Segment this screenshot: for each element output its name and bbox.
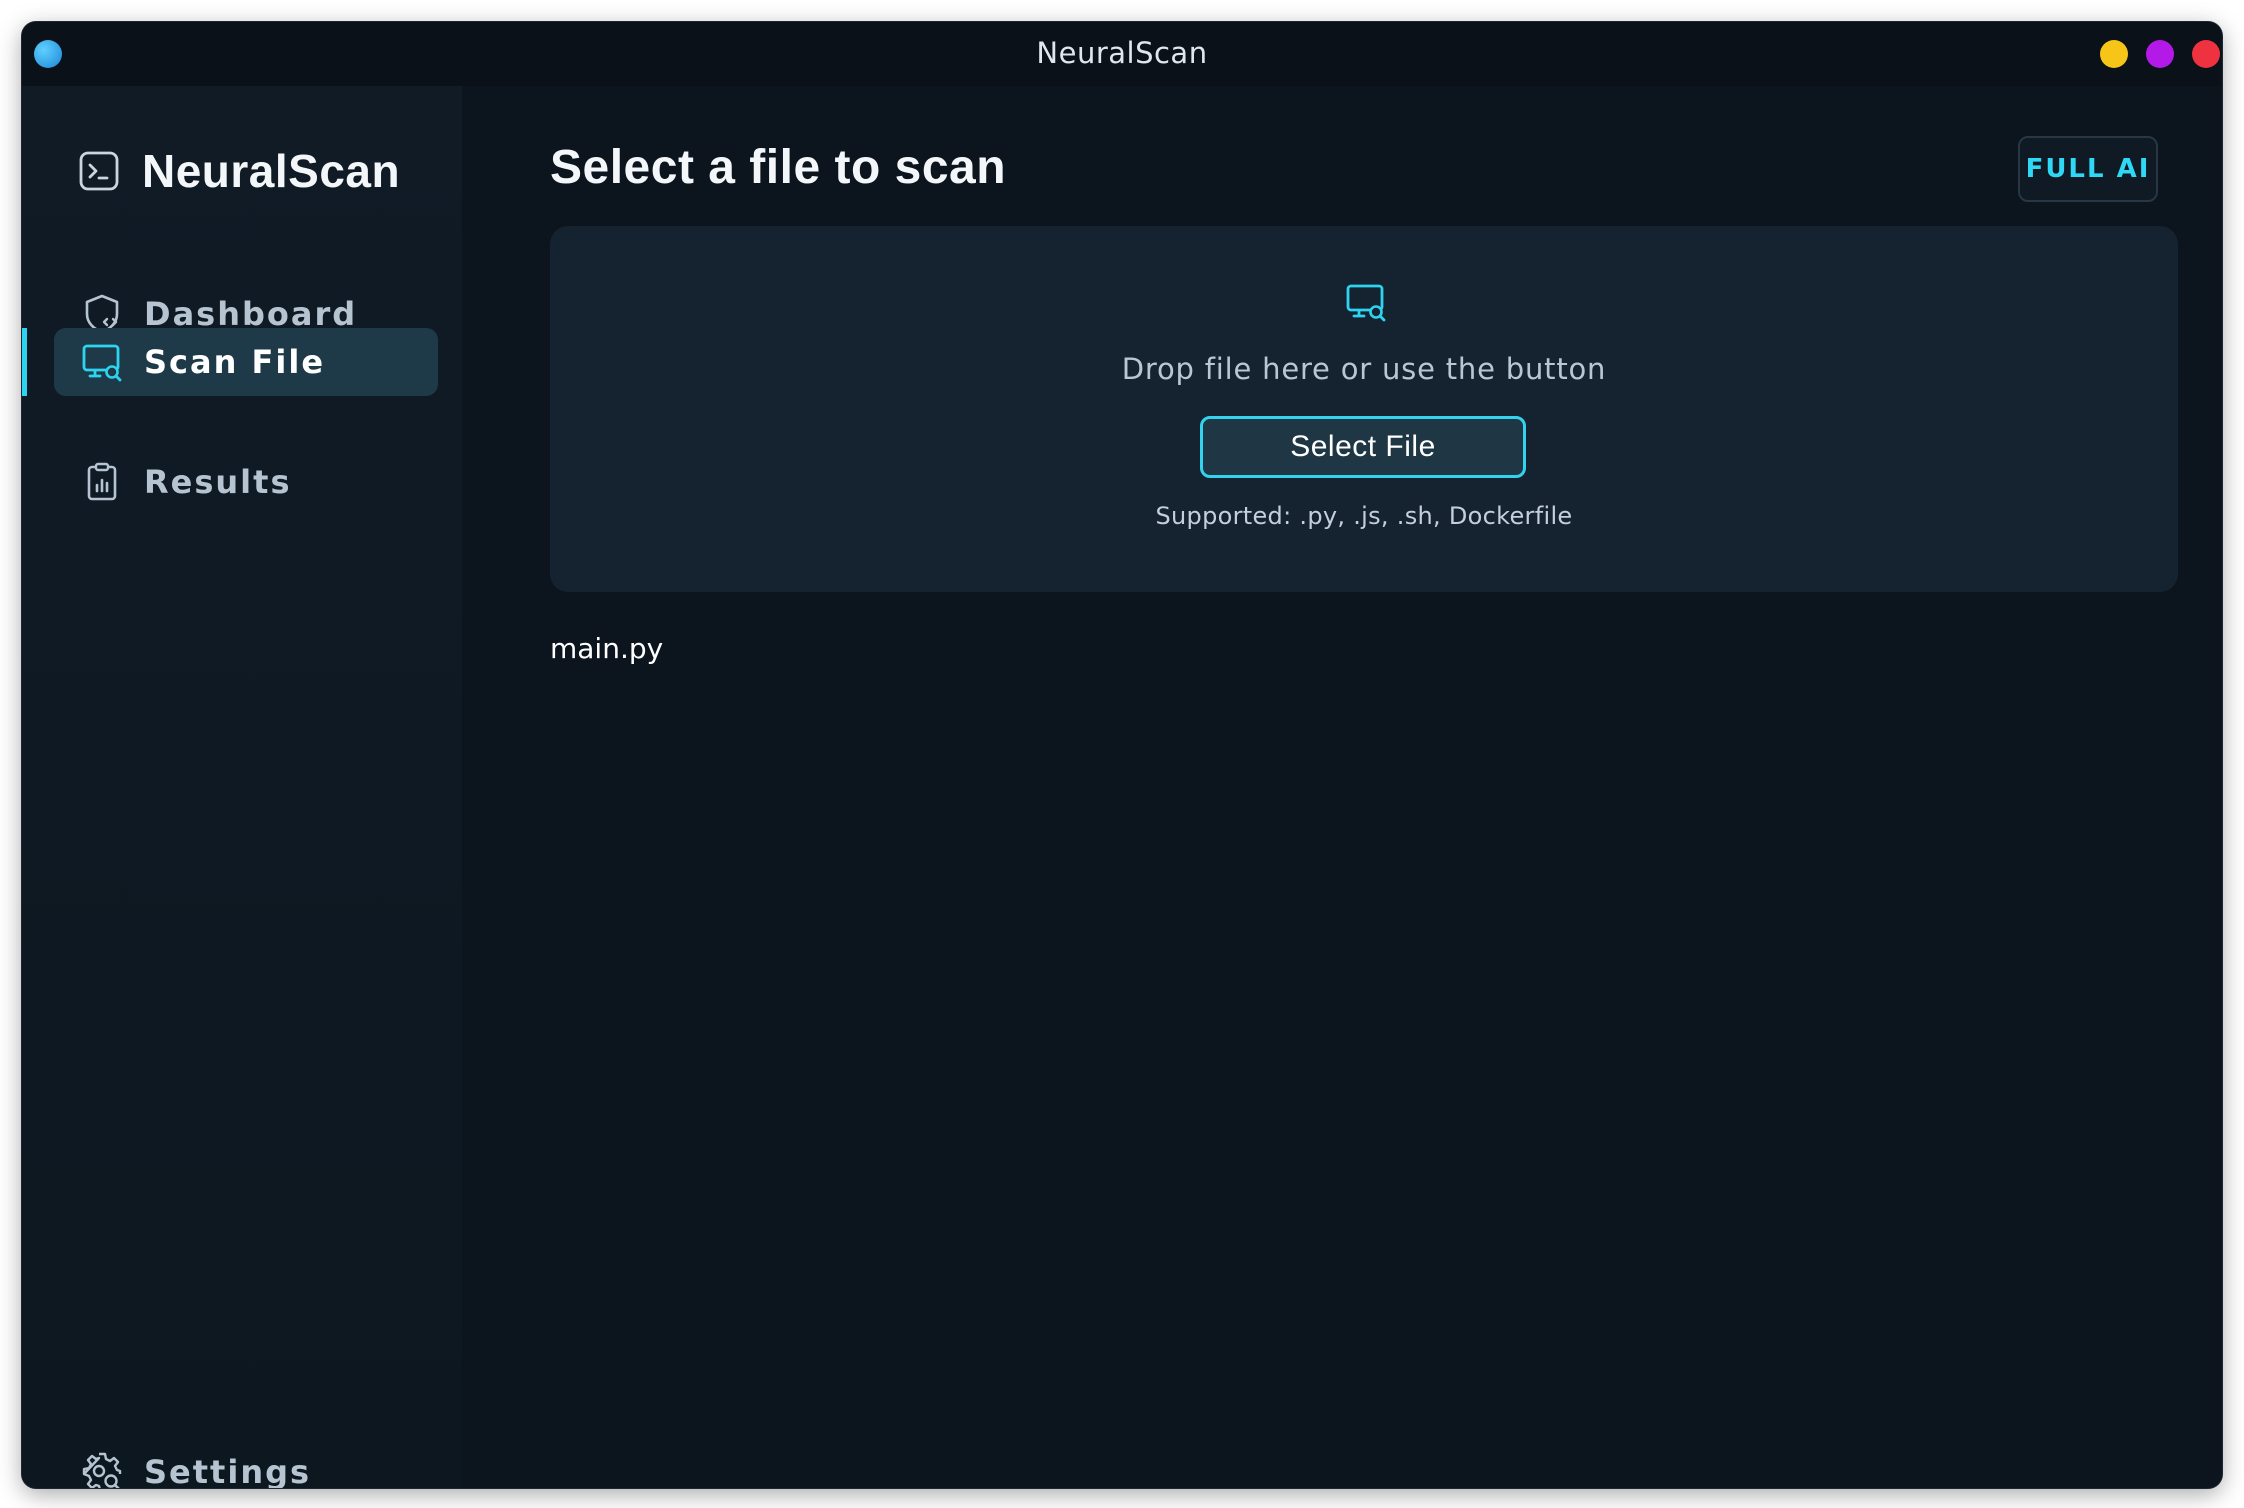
sidebar-item-results[interactable]: Results — [54, 448, 438, 516]
dropzone-instruction: Drop file here or use the button — [1121, 352, 1607, 386]
sidebar-item-settings[interactable]: Settings — [54, 1438, 438, 1488]
title-bar: NeuralScan — [22, 22, 2222, 86]
app-window: NeuralScan NeuralScan Dashboard Scan Fil… — [22, 22, 2222, 1488]
main-content: Select a file to scan FULL AI Drop file … — [462, 86, 2222, 1488]
supported-types: Supported: .py, .js, .sh, Dockerfile — [1155, 502, 1573, 530]
select-file-button[interactable]: Select File — [1200, 416, 1526, 478]
page-title: Select a file to scan — [550, 141, 1007, 194]
active-indicator — [22, 328, 27, 396]
monitor-search-icon — [1346, 284, 1386, 322]
file-dropzone[interactable]: Drop file here or use the button Select … — [550, 226, 2178, 592]
window-title: NeuralScan — [1036, 36, 1208, 70]
sidebar-item-label: Scan File — [144, 343, 326, 381]
minimize-button[interactable] — [2100, 40, 2128, 68]
close-button[interactable] — [2192, 40, 2220, 68]
brand-name: NeuralScan — [142, 145, 401, 197]
sidebar-item-label: Results — [144, 463, 292, 501]
sidebar: NeuralScan Dashboard Scan File Results S… — [22, 86, 462, 1488]
clipboard-chart-icon — [87, 462, 117, 501]
monitor-search-icon — [82, 344, 122, 382]
selected-file-name: main.py — [550, 632, 664, 665]
sidebar-item-scan-file[interactable]: Scan File — [54, 328, 438, 396]
terminal-icon — [79, 151, 119, 191]
sidebar-item-label: Settings — [144, 1453, 312, 1488]
gear-search-icon — [82, 1452, 122, 1488]
brand: NeuralScan — [78, 144, 400, 198]
maximize-button[interactable] — [2146, 40, 2174, 68]
mode-badge[interactable]: FULL AI — [2018, 136, 2158, 202]
